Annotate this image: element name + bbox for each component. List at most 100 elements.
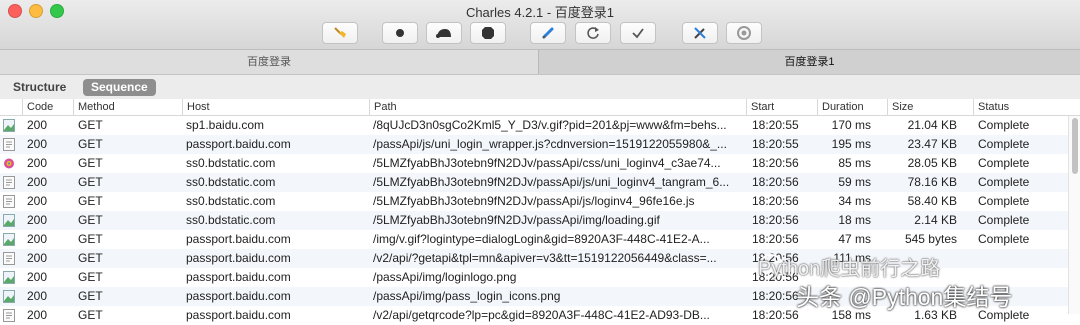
- column-header-start[interactable]: Start: [746, 99, 817, 115]
- scrollbar-thumb[interactable]: [1072, 118, 1078, 174]
- cell-start: 18:20:56: [752, 213, 799, 227]
- cell-code: 200: [27, 213, 48, 227]
- column-header-size[interactable]: Size: [887, 99, 973, 115]
- title-bar: Charles 4.2.1 - 百度登录1: [0, 0, 1080, 50]
- cell-path: /v2/api/?getapi&tpl=mn&apiver=v3&tt=1519…: [373, 251, 717, 265]
- toolbar: [0, 22, 1080, 46]
- script-file-icon: [3, 138, 15, 151]
- cell-status: Complete: [978, 137, 1030, 151]
- css-file-icon: [3, 157, 15, 170]
- cell-path: /passApi/img/pass_login_icons.png: [373, 289, 561, 303]
- table-row[interactable]: 200 GET ss0.bdstatic.com/5LMZfyabBhJ3otebn…: [0, 173, 1068, 192]
- cell-size: 545 bytes: [904, 232, 957, 246]
- cell-method: GET: [78, 156, 103, 170]
- cell-start: 18:20:55: [752, 137, 799, 151]
- cell-code: 200: [27, 232, 48, 246]
- cell-method: GET: [78, 270, 103, 284]
- cell-method: GET: [78, 118, 103, 132]
- view-switcher: Structure Sequence: [0, 75, 1080, 99]
- column-header-host[interactable]: Host: [182, 99, 369, 115]
- cell-size: 28.05 KB: [907, 156, 957, 170]
- vertical-scrollbar[interactable]: [1068, 116, 1080, 314]
- cell-path: /8qUJcD3n0sgCo2Kml5_Y_D3/v.gif?pid=201&p…: [373, 118, 727, 132]
- tab-session-1[interactable]: 百度登录: [0, 50, 538, 74]
- settings-button[interactable]: [726, 22, 762, 44]
- cell-status: Complete: [978, 118, 1030, 132]
- compose-button[interactable]: [530, 22, 566, 44]
- cell-host: sp1.baidu.com: [186, 118, 265, 132]
- structure-view-button[interactable]: Structure: [5, 79, 74, 96]
- column-header-duration[interactable]: Duration: [817, 99, 887, 115]
- tab-session-2[interactable]: 百度登录1: [539, 50, 1080, 74]
- cell-status: Complete: [978, 232, 1030, 246]
- table-row[interactable]: 200 GET passport.baidu.com/img/v.gif?login…: [0, 230, 1068, 249]
- cell-method: GET: [78, 251, 103, 265]
- broom-icon: [334, 27, 346, 38]
- cell-size: 58.40 KB: [907, 194, 957, 208]
- cell-path: /passApi/js/uni_login_wrapper.js?cdnvers…: [373, 137, 727, 151]
- cell-size: 23.47 KB: [907, 137, 957, 151]
- repeat-button[interactable]: [575, 22, 611, 44]
- cell-start: 18:20:56: [752, 156, 799, 170]
- cell-start: 18:20:56: [752, 175, 799, 189]
- cell-size: 78.16 KB: [907, 175, 957, 189]
- clear-session-button[interactable]: [322, 22, 358, 44]
- script-file-icon: [3, 176, 15, 189]
- tools-button[interactable]: [682, 22, 718, 44]
- cell-path: /passApi/img/loginlogo.png: [373, 270, 517, 284]
- cell-duration: 47 ms: [838, 232, 871, 246]
- cell-status: [978, 249, 1066, 268]
- session-tabs: 百度登录 百度登录1: [0, 50, 1080, 75]
- column-header-status[interactable]: Status: [973, 99, 1068, 115]
- image-file-icon: [3, 214, 15, 227]
- watermark-account: Python爬虫前行之路: [758, 258, 941, 280]
- throttle-icon: [436, 29, 451, 38]
- validate-icon: [632, 28, 644, 39]
- cell-code: 200: [27, 156, 48, 170]
- cell-size: 21.04 KB: [907, 118, 957, 132]
- cell-path: /5LMZfyabBhJ3otebn9fN2DJv/passApi/js/log…: [373, 194, 695, 208]
- column-header-code[interactable]: Code: [22, 99, 73, 115]
- table-row[interactable]: 200 GET ss0.bdstatic.com/5LMZfyabBhJ3otebn…: [0, 154, 1068, 173]
- column-header-path[interactable]: Path: [369, 99, 746, 115]
- image-file-icon: [3, 233, 15, 246]
- script-file-icon: [3, 252, 15, 265]
- script-file-icon: [3, 309, 15, 322]
- cell-host: ss0.bdstatic.com: [186, 175, 276, 189]
- breakpoint-icon: [482, 27, 494, 39]
- cell-method: GET: [78, 137, 103, 151]
- cell-code: 200: [27, 175, 48, 189]
- table-row[interactable]: 200 GET sp1.baidu.com/8qUJcD3n0sgCo2Kml5_Y…: [0, 116, 1068, 135]
- cell-method: GET: [78, 308, 103, 322]
- repeat-icon: [587, 27, 599, 39]
- throttle-button[interactable]: [426, 22, 462, 44]
- validate-button[interactable]: [620, 22, 656, 44]
- table-row[interactable]: 200 GET ss0.bdstatic.com/5LMZfyabBhJ3otebn…: [0, 192, 1068, 211]
- cell-path: /img/v.gif?logintype=dialogLogin&gid=892…: [373, 232, 710, 246]
- table-row[interactable]: 200 GET passport.baidu.com/passApi/js/uni_…: [0, 135, 1068, 154]
- cell-duration: 18 ms: [838, 213, 871, 227]
- record-button[interactable]: [382, 22, 418, 44]
- table-row[interactable]: 200 GET ss0.bdstatic.com/5LMZfyabBhJ3otebn…: [0, 211, 1068, 230]
- cell-host: passport.baidu.com: [186, 289, 291, 303]
- column-header-method[interactable]: Method: [73, 99, 182, 115]
- tools-icon: [694, 27, 706, 39]
- cell-host: passport.baidu.com: [186, 308, 291, 322]
- cell-host: passport.baidu.com: [186, 251, 291, 265]
- sequence-view-button[interactable]: Sequence: [83, 79, 156, 96]
- cell-code: 200: [27, 289, 48, 303]
- cell-duration: 59 ms: [838, 175, 871, 189]
- cell-status: Complete: [978, 194, 1030, 208]
- cell-host: passport.baidu.com: [186, 232, 291, 246]
- cell-method: GET: [78, 213, 103, 227]
- image-file-icon: [3, 271, 15, 284]
- cell-start: 18:20:56: [752, 232, 799, 246]
- cell-method: GET: [78, 289, 103, 303]
- image-file-icon: [3, 119, 15, 132]
- breakpoints-button[interactable]: [470, 22, 506, 44]
- settings-icon: [737, 26, 751, 40]
- cell-path: /5LMZfyabBhJ3otebn9fN2DJv/passApi/css/un…: [373, 156, 721, 170]
- cell-code: 200: [27, 251, 48, 265]
- icon-column-header[interactable]: [0, 99, 22, 115]
- cell-start: 18:20:55: [752, 118, 799, 132]
